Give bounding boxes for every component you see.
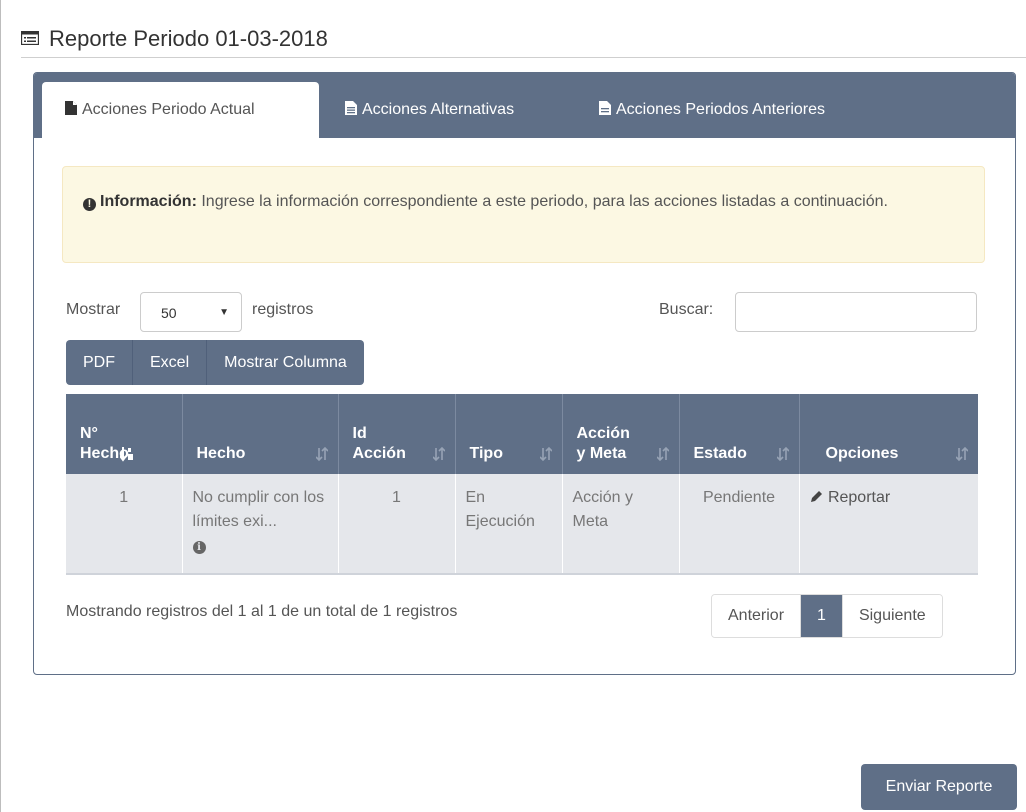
header-line: Estado — [693, 445, 747, 462]
tab-label: Acciones Periodo Actual — [82, 101, 255, 118]
column-header-estado[interactable]: Estado — [679, 394, 800, 474]
column-header-accion-meta[interactable]: Acción y Meta — [562, 394, 680, 474]
send-report-button[interactable]: Enviar Reporte — [861, 764, 1017, 810]
info-circle-icon[interactable]: i — [192, 541, 206, 554]
pagination-page-1[interactable]: 1 — [800, 595, 842, 637]
hecho-text: No cumplir con los límites exi... — [192, 489, 325, 530]
alert-message: Ingrese la información correspondiente a… — [201, 193, 888, 210]
sort-asc-icon — [120, 447, 133, 462]
tab-label: Acciones Periodos Anteriores — [616, 101, 825, 118]
column-header-n-hecho[interactable]: N° Hecho — [66, 394, 183, 474]
sort-icon — [956, 446, 968, 462]
alert-title: Información: — [100, 193, 197, 210]
page-size-select[interactable]: 50 ▼ — [140, 292, 242, 332]
excel-button[interactable]: Excel — [133, 340, 208, 385]
search-input[interactable] — [735, 292, 977, 332]
pagination-next[interactable]: Siguiente — [841, 595, 942, 637]
page-header: Reporte Periodo 01-03-2018 — [21, 26, 1026, 58]
sort-icon — [776, 446, 789, 462]
pagination-previous[interactable]: Anterior — [712, 595, 801, 637]
list-alt-icon — [21, 31, 39, 45]
window-left-border — [0, 0, 1, 812]
report-link-label: Reportar — [827, 489, 891, 506]
header-line: Tipo — [469, 445, 503, 462]
records-label: registros — [252, 301, 314, 318]
tab-acciones-periodo-actual[interactable]: Acciones Periodo Actual — [42, 82, 319, 138]
export-button-group: PDF Excel Mostrar Columna — [66, 340, 364, 385]
info-alert: ! Información: Ingrese la información cor… — [62, 166, 985, 263]
exclamation-circle-icon: ! — [83, 198, 96, 211]
page-size-value: 50 — [161, 305, 177, 321]
search-label: Buscar: — [659, 301, 714, 318]
cell-n-hecho: 1 — [66, 474, 183, 575]
header-line: y Meta — [576, 445, 627, 462]
header-line: N° — [80, 425, 98, 442]
tab-acciones-periodos-anteriores[interactable]: Acciones Periodos Anteriores — [576, 82, 825, 138]
document-text-icon — [345, 101, 357, 115]
cell-hecho: No cumplir con los límites exi... i — [182, 474, 339, 575]
header-line: Opciones — [825, 445, 899, 462]
header-line: Acción — [352, 445, 406, 462]
pdf-button[interactable]: PDF — [66, 340, 133, 385]
cell-opciones: Reportar — [799, 474, 978, 575]
sort-icon — [432, 446, 445, 462]
report-panel: Acciones Periodo Actual Acciones Alterna… — [33, 72, 1016, 675]
sort-icon — [656, 446, 669, 462]
header-line: Id — [352, 425, 367, 442]
table-row: 1 No cumplir con los límites exi... i 1 … — [66, 474, 978, 575]
column-header-opciones[interactable]: Opciones — [799, 394, 978, 474]
sort-icon — [539, 446, 552, 462]
column-header-id-accion[interactable]: Id Acción — [338, 394, 456, 474]
cell-id-accion: 1 — [338, 474, 456, 575]
show-label: Mostrar — [66, 301, 121, 318]
file-icon — [65, 101, 77, 115]
pencil-icon — [810, 491, 822, 502]
show-column-button[interactable]: Mostrar Columna — [207, 340, 364, 385]
cell-accion-meta: Acción y Meta — [562, 474, 680, 575]
table-header-row: N° Hecho Hecho Id Acción Tipo Acción y M… — [66, 394, 978, 474]
actions-table: N° Hecho Hecho Id Acción Tipo Acción y M… — [66, 394, 978, 575]
tab-bar: Acciones Periodo Actual Acciones Alterna… — [34, 73, 1015, 138]
header-line: Hecho — [196, 445, 246, 462]
cell-tipo: En Ejecución — [455, 474, 563, 575]
column-header-hecho[interactable]: Hecho — [182, 394, 339, 474]
sort-icon — [315, 446, 328, 462]
table-info: Mostrando registros del 1 al 1 de un tot… — [66, 603, 458, 620]
report-link[interactable]: Reportar — [810, 489, 891, 506]
file-text-icon — [599, 101, 611, 115]
caret-down-icon: ▼ — [219, 307, 229, 318]
page-title: Reporte Periodo 01-03-2018 — [49, 26, 328, 51]
tab-label: Acciones Alternativas — [362, 101, 515, 118]
pagination: Anterior 1 Siguiente — [711, 594, 943, 638]
cell-estado: Pendiente — [679, 474, 800, 575]
column-header-tipo[interactable]: Tipo — [455, 394, 563, 474]
header-line: Acción — [576, 425, 630, 442]
tab-acciones-alternativas[interactable]: Acciones Alternativas — [322, 82, 514, 138]
